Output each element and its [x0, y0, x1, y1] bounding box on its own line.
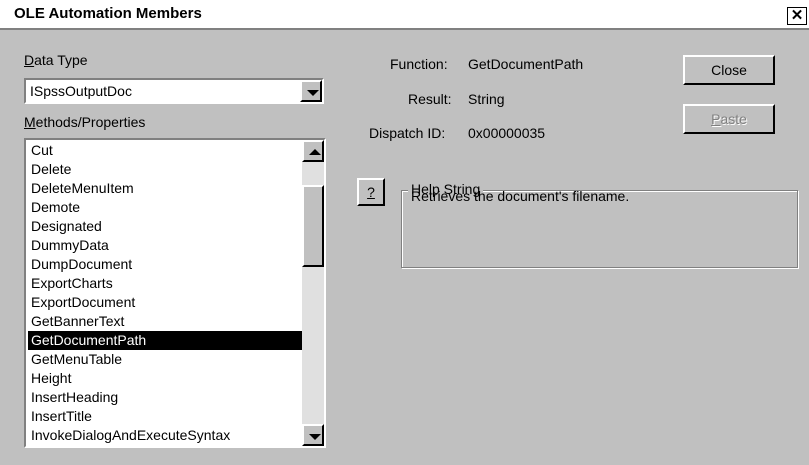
list-item[interactable]: GetMenuTable [28, 350, 304, 369]
list-item[interactable]: Cut [28, 141, 304, 160]
dropdown-arrow-button[interactable] [300, 80, 322, 102]
help-button-label: ? [367, 184, 375, 200]
chevron-down-icon [307, 90, 319, 96]
methods-list: Cut Delete DeleteMenuItem Demote Designated D… [28, 141, 304, 445]
help-string-text: Retrieves the document's filename. [411, 188, 630, 204]
data-type-label-rest: ata Type [34, 52, 88, 68]
methods-label-rest: ethods/Properties [35, 114, 146, 130]
list-item[interactable]: DeleteMenuItem [28, 179, 304, 198]
data-type-value: ISpssOutputDoc [30, 83, 132, 99]
list-item[interactable]: InsertHeading [28, 388, 304, 407]
arrow-up-icon [309, 149, 321, 155]
dispatch-id-value: 0x00000035 [468, 125, 546, 141]
list-item[interactable]: DumpDocument [28, 255, 304, 274]
function-value: GetDocumentPath [468, 56, 584, 72]
paste-button[interactable]: Paste [683, 104, 775, 134]
list-item[interactable]: Delete [28, 160, 304, 179]
arrow-down-icon [309, 434, 321, 440]
list-item[interactable]: ExportCharts [28, 274, 304, 293]
function-label: Function: [390, 56, 448, 72]
help-button[interactable]: ? [357, 178, 385, 206]
methods-listbox[interactable]: Cut Delete DeleteMenuItem Demote Designated D… [24, 138, 326, 448]
paste-button-rest: aste [720, 111, 747, 127]
list-item[interactable]: GetBannerText [28, 312, 304, 331]
list-item[interactable]: GetDocumentPath [28, 331, 304, 350]
list-item[interactable]: InsertTitle [28, 407, 304, 426]
scroll-thumb[interactable] [302, 185, 324, 267]
scroll-down-button[interactable] [302, 424, 324, 446]
close-button[interactable]: Close [683, 55, 775, 85]
dispatch-id-label: Dispatch ID: [369, 125, 446, 141]
data-type-dropdown[interactable]: ISpssOutputDoc [24, 78, 324, 104]
data-type-label: Data Type [24, 52, 88, 68]
list-item[interactable]: ExportDocument [28, 293, 304, 312]
close-icon[interactable]: ✕ [787, 7, 807, 25]
data-type-label-accel: D [24, 52, 35, 68]
result-value: String [468, 91, 505, 107]
methods-label: Methods/Properties [24, 114, 145, 130]
list-item[interactable]: Designated [28, 217, 304, 236]
scroll-up-button[interactable] [302, 140, 324, 162]
methods-scrollbar[interactable] [302, 140, 324, 446]
methods-label-accel: M [24, 114, 36, 130]
list-item[interactable]: Demote [28, 198, 304, 217]
list-item[interactable]: InvokeDialogAndExecuteSyntax [28, 426, 304, 445]
list-item[interactable]: Height [28, 369, 304, 388]
list-item[interactable]: DummyData [28, 236, 304, 255]
window-title: OLE Automation Members [14, 5, 202, 22]
result-label: Result: [408, 91, 452, 107]
title-bar: OLE Automation Members ✕ [0, 0, 809, 30]
